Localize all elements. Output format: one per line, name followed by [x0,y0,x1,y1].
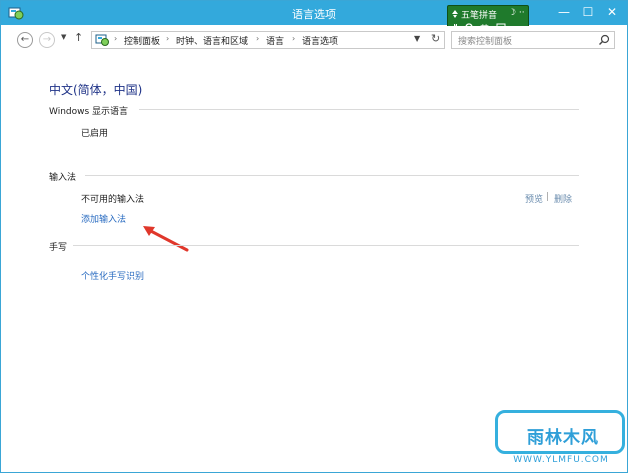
search-placeholder[interactable]: 搜索控制面板 [458,34,512,47]
navigation-bar: ← → ▼ ↑ › 控制面板 › 时钟、语言和区域 › 语言 › 语言选项 ▼ … [1,26,627,54]
address-dropdown[interactable]: ▼ [414,34,420,43]
display-language-title: Windows 显示语言 [49,107,129,117]
preview-link[interactable]: 预览 [525,192,543,205]
display-language-status: 已启用 [81,129,109,139]
search-box[interactable]: 搜索控制面板 [451,31,615,49]
delete-link[interactable]: 删除 [554,192,572,205]
forward-button[interactable]: → [39,32,55,48]
minimize-button[interactable]: — [553,3,575,21]
window-title: 语言选项 [292,8,336,21]
breadcrumb-separator: › [166,34,170,43]
search-icon[interactable] [598,34,610,46]
control-panel-address-icon [95,34,109,46]
watermark-url: WWW.YLMFU.COM [513,455,609,465]
page-title: 中文(简体，中国) [49,83,143,97]
personalize-handwriting-link[interactable]: 个性化手写识别 [81,269,144,282]
ime-row-top: 五笔拼音 ☽ ‧‧ [448,7,530,21]
maximize-button[interactable]: ☐ [577,3,599,21]
breadcrumb-control-panel[interactable]: 控制面板 [124,34,160,47]
title-bar: 语言选项 — ☐ ✕ [1,1,627,25]
recent-locations-dropdown[interactable]: ▼ [61,33,69,41]
watermark-logo: 雨林木风 WWW.YLMFU.COM [495,410,625,470]
breadcrumb-separator: › [114,34,118,43]
up-button[interactable]: ↑ [74,31,86,44]
section-divider [85,175,579,176]
section-divider [139,109,579,110]
breadcrumb-separator: › [256,34,260,43]
refresh-button[interactable]: ↻ [431,32,440,45]
watermark-frame: 雨林木风 [495,410,625,454]
language-options-window: 语言选项 — ☐ ✕ 五笔拼音 ☽ ‧‧ 英 [0,0,628,473]
section-divider [73,245,579,246]
back-button[interactable]: ← [17,32,33,48]
input-method-item: 不可用的输入法 [81,195,145,205]
breadcrumb-language[interactable]: 语言 [266,34,284,47]
action-separator: | [546,192,550,202]
breadcrumb-language-options[interactable]: 语言选项 [302,34,338,47]
red-arrow-annotation [143,226,189,252]
add-input-method-link[interactable]: 添加输入法 [81,212,126,225]
breadcrumb-separator: › [292,34,296,43]
ime-logo-icon [452,10,458,18]
handwriting-title: 手写 [49,243,68,253]
close-button[interactable]: ✕ [601,3,623,21]
ime-name[interactable]: 五笔拼音 [461,8,497,21]
watermark-text: 雨林木风 [527,428,599,448]
ime-symbol[interactable]: ☽ ‧‧ [508,8,525,18]
breadcrumb-clock-language-region[interactable]: 时钟、语言和区域 [176,34,248,47]
input-method-title: 输入法 [49,173,77,183]
address-bar[interactable]: › 控制面板 › 时钟、语言和区域 › 语言 › 语言选项 ▼ [91,31,445,49]
